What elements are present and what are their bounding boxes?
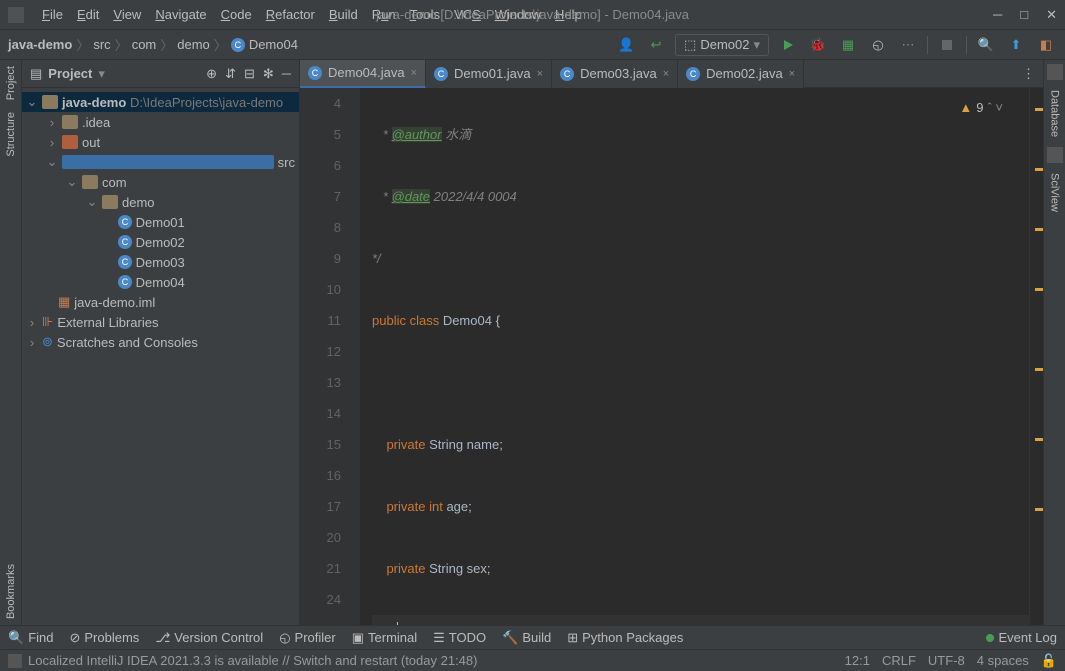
select-opened-icon[interactable]: ⊕ <box>206 66 217 82</box>
run-button[interactable] <box>777 34 799 56</box>
editor: C Demo04.java× C Demo01.java× C Demo03.j… <box>300 60 1043 625</box>
run-config-combo[interactable]: ⬚ Demo02 ▾ <box>675 34 769 56</box>
back-icon[interactable]: ↩ <box>645 34 667 56</box>
tree-class-demo03[interactable]: C Demo03 <box>22 252 299 272</box>
expand-all-icon[interactable]: ⇵ <box>225 66 236 82</box>
tool-build[interactable]: 🔨 Build <box>502 630 551 646</box>
project-tree: ⌄ java-demo D:\IdeaProjects\java-demo ›.… <box>22 88 299 625</box>
close-icon[interactable]: × <box>663 68 669 80</box>
breadcrumb-root[interactable]: java-demo <box>8 37 72 52</box>
menu-build[interactable]: Build <box>323 5 364 24</box>
right-toolwindow-strip: Database SciView <box>1043 60 1065 625</box>
app-logo-icon <box>8 7 24 23</box>
status-bar: Localized IntelliJ IDEA 2021.3.3 is avai… <box>0 649 1065 671</box>
menu-refactor[interactable]: Refactor <box>260 5 321 24</box>
more-run-icon[interactable]: ⋯ <box>897 34 919 56</box>
tool-problems[interactable]: ⊘ Problems <box>69 630 139 646</box>
tab-project[interactable]: Project <box>3 60 19 106</box>
tree-external-libs[interactable]: ›⊪External Libraries <box>22 312 299 332</box>
tool-window-bar: 🔍 Find ⊘ Problems ⎇ Version Control ◵ Pr… <box>0 625 1065 649</box>
error-stripe[interactable] <box>1029 88 1043 625</box>
project-panel: ▤ Project ▾ ⊕ ⇵ ⊟ ✻ ─ ⌄ java-demo D:\Ide… <box>22 60 300 625</box>
indent[interactable]: 4 spaces <box>977 653 1029 669</box>
menu-navigate[interactable]: Navigate <box>149 5 212 24</box>
debug-button[interactable]: 🐞 <box>807 34 829 56</box>
tab-demo02[interactable]: C Demo02.java× <box>678 60 804 88</box>
run-config-label: Demo02 <box>700 37 749 52</box>
menu-file[interactable]: File <box>36 5 69 24</box>
encoding[interactable]: UTF-8 <box>928 653 965 669</box>
caret-position[interactable]: 12:1 <box>845 653 870 669</box>
tab-demo04[interactable]: C Demo04.java× <box>300 60 426 88</box>
status-message: Localized IntelliJ IDEA 2021.3.3 is avai… <box>28 653 477 668</box>
close-icon[interactable]: × <box>789 68 795 80</box>
menu-view[interactable]: View <box>107 5 147 24</box>
search-icon[interactable]: 🔍 <box>975 34 997 56</box>
tool-find[interactable]: 🔍 Find <box>8 630 53 646</box>
tool-profiler[interactable]: ◵ Profiler <box>279 630 336 646</box>
tab-structure[interactable]: Structure <box>3 106 19 163</box>
code-area[interactable]: ▲ 9 ˆ ˅ 456789101112131415161720212425 *… <box>300 88 1043 625</box>
minimize-button[interactable]: ─ <box>993 7 1002 23</box>
tab-database[interactable]: Database <box>1047 84 1063 143</box>
project-title: Project <box>48 66 92 81</box>
tool-vcs[interactable]: ⎇ Version Control <box>155 630 263 646</box>
tree-out[interactable]: ›out <box>22 132 299 152</box>
collapse-all-icon[interactable]: ⊟ <box>244 66 255 82</box>
tab-bookmarks[interactable]: Bookmarks <box>3 558 19 625</box>
event-dot-icon <box>986 634 994 642</box>
close-button[interactable]: ✕ <box>1046 7 1057 23</box>
editor-tabs: C Demo04.java× C Demo01.java× C Demo03.j… <box>300 60 1043 88</box>
left-toolwindow-strip: Project Structure Bookmarks <box>0 60 22 625</box>
tree-demo[interactable]: ⌄demo <box>22 192 299 212</box>
breadcrumb-src[interactable]: src <box>93 37 110 52</box>
title-bar: File Edit View Navigate Code Refactor Bu… <box>0 0 1065 30</box>
project-view-icon: ▤ <box>30 66 42 82</box>
line-separator[interactable]: CRLF <box>882 653 916 669</box>
readonly-icon[interactable]: 🔓 <box>1041 653 1057 669</box>
tab-demo01[interactable]: C Demo01.java× <box>426 60 552 88</box>
tree-scratches[interactable]: ›⊚Scratches and Consoles <box>22 332 299 352</box>
tool-python[interactable]: ⊞ Python Packages <box>567 630 683 646</box>
tab-sciview[interactable]: SciView <box>1047 167 1063 218</box>
close-icon[interactable]: × <box>411 67 417 79</box>
tree-src[interactable]: ⌄src <box>22 152 299 172</box>
tabs-more-icon[interactable]: ⋮ <box>1014 66 1043 82</box>
close-icon[interactable]: × <box>537 68 543 80</box>
database-icon[interactable] <box>1047 64 1063 80</box>
tool-todo[interactable]: ☰ TODO <box>433 630 486 646</box>
settings-icon[interactable]: ✻ <box>263 66 274 82</box>
breadcrumb-com[interactable]: com <box>132 37 157 52</box>
menu-code[interactable]: Code <box>215 5 258 24</box>
breadcrumb: java-demo 〉 src 〉 com 〉 demo 〉 C Demo04 <box>8 35 298 54</box>
breadcrumb-demo[interactable]: demo <box>177 37 210 52</box>
add-user-icon[interactable]: 👤 <box>615 34 637 56</box>
maximize-button[interactable]: □ <box>1020 7 1028 23</box>
tool-terminal[interactable]: ▣ Terminal <box>352 630 417 646</box>
window-title: java-demo [D:\IdeaProjects\java-demo] - … <box>376 7 689 22</box>
tree-com[interactable]: ⌄com <box>22 172 299 192</box>
tree-class-demo02[interactable]: C Demo02 <box>22 232 299 252</box>
hide-icon[interactable]: ─ <box>282 66 291 82</box>
coverage-button[interactable]: ▦ <box>837 34 859 56</box>
source[interactable]: * @author 水滴 * @date 2022/4/4 0004 */ pu… <box>360 88 1029 625</box>
sciview-icon[interactable] <box>1047 147 1063 163</box>
menu-edit[interactable]: Edit <box>71 5 105 24</box>
status-icon[interactable] <box>8 654 22 668</box>
tree-idea[interactable]: ›.idea <box>22 112 299 132</box>
class-icon: C <box>231 38 245 52</box>
event-log[interactable]: Event Log <box>986 630 1057 645</box>
tree-iml[interactable]: ▦java-demo.iml <box>22 292 299 312</box>
tree-class-demo04[interactable]: C Demo04 <box>22 272 299 292</box>
tree-root[interactable]: ⌄ java-demo D:\IdeaProjects\java-demo <box>22 92 299 112</box>
ide-icon[interactable]: ◧ <box>1035 34 1057 56</box>
nav-bar: java-demo 〉 src 〉 com 〉 demo 〉 C Demo04 … <box>0 30 1065 60</box>
tree-class-demo01[interactable]: C Demo01 <box>22 212 299 232</box>
profile-button[interactable]: ◵ <box>867 34 889 56</box>
tab-demo03[interactable]: C Demo03.java× <box>552 60 678 88</box>
stop-button[interactable] <box>936 34 958 56</box>
gutter: 456789101112131415161720212425 <box>300 88 360 625</box>
breadcrumb-class[interactable]: Demo04 <box>249 37 298 52</box>
update-icon[interactable]: ⬆ <box>1005 34 1027 56</box>
